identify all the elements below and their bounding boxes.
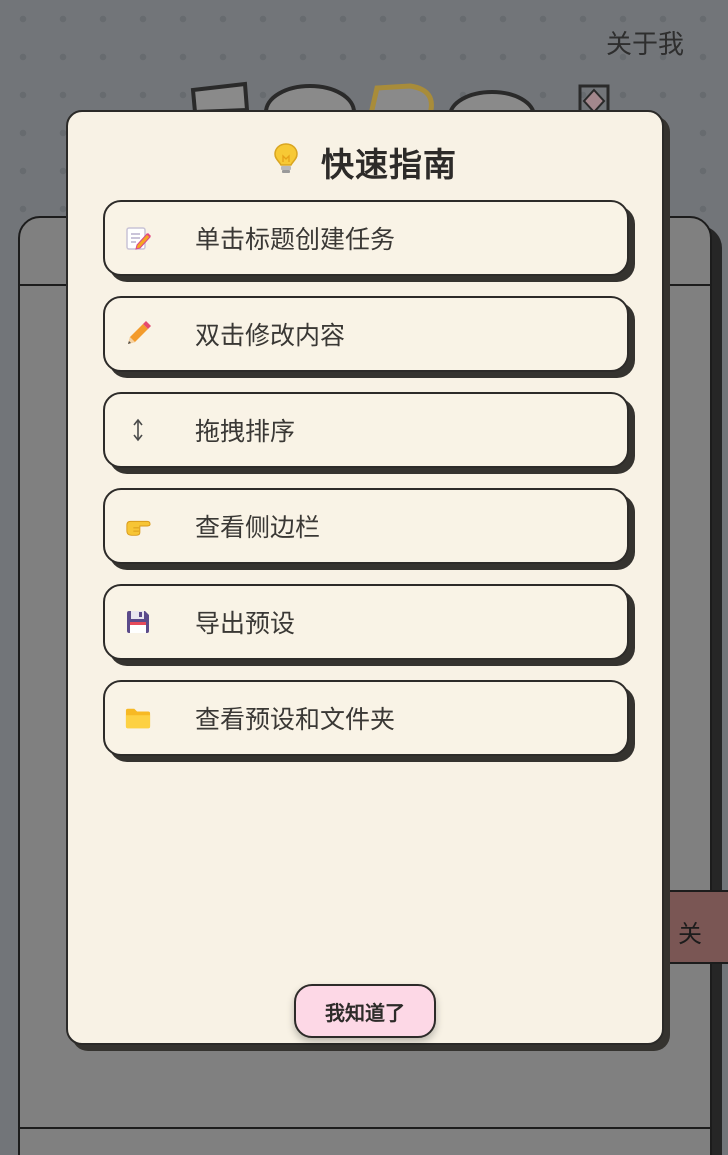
- guide-item-view-presets-folder: 查看预设和文件夹: [103, 680, 629, 756]
- guide-item-create-task: 单击标题创建任务: [103, 200, 629, 276]
- pointing-hand-icon: [125, 513, 151, 539]
- board-divider-bottom: [20, 1127, 710, 1129]
- about-link[interactable]: 关于我: [606, 24, 684, 61]
- guide-item-drag-sort: 拖拽排序: [103, 392, 629, 468]
- lightbulb-icon: [273, 142, 299, 182]
- pencil-icon: [125, 321, 151, 347]
- guide-item-view-sidebar: 查看侧边栏: [103, 488, 629, 564]
- floppy-disk-icon: [125, 609, 151, 635]
- guide-item-label: 单击标题创建任务: [195, 225, 396, 254]
- sidebar-toggle-label: 关: [678, 920, 702, 948]
- sidebar-toggle-tab[interactable]: 关: [664, 890, 728, 964]
- modal-title: 快速指南: [321, 145, 457, 184]
- guide-item-label: 查看预设和文件夹: [195, 705, 396, 734]
- got-it-button[interactable]: 我知道了: [294, 984, 436, 1038]
- quick-guide-modal: 快速指南 单击标题创建任务 双击修改内容 拖拽排序 查看侧边栏 导出预设 查看预…: [66, 110, 664, 1045]
- guide-item-export-preset: 导出预设: [103, 584, 629, 660]
- guide-item-label: 查看侧边栏: [195, 513, 321, 542]
- up-down-arrow-icon: [125, 417, 151, 443]
- memo-icon: [125, 225, 151, 251]
- modal-header: 快速指南: [68, 138, 662, 186]
- folder-icon: [125, 705, 151, 731]
- guide-item-label: 双击修改内容: [195, 321, 346, 350]
- guide-item-label: 拖拽排序: [195, 417, 296, 446]
- guide-item-label: 导出预设: [195, 609, 296, 638]
- guide-item-edit-content: 双击修改内容: [103, 296, 629, 372]
